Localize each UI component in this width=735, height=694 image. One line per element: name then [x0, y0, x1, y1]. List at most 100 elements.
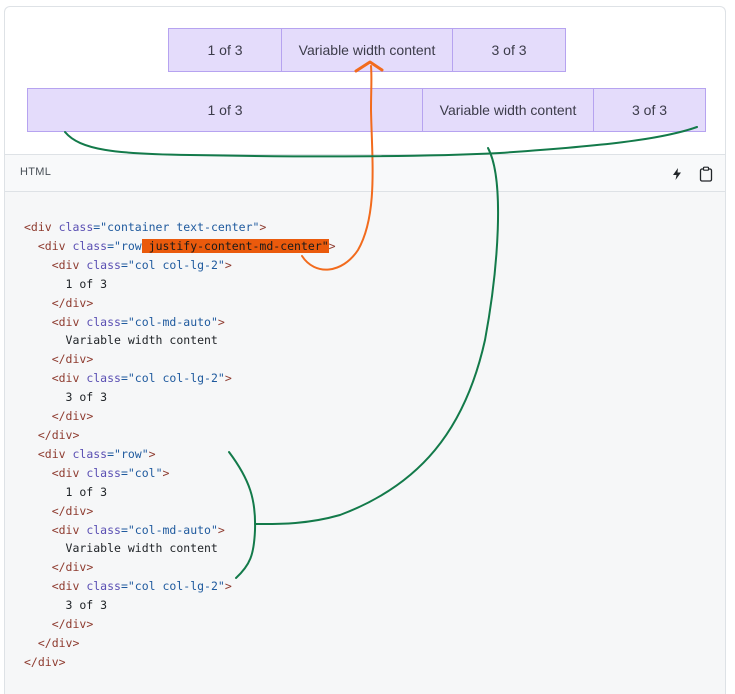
- code-token: <div: [51, 314, 87, 329]
- code-token: <div: [51, 465, 87, 480]
- code-token: >: [259, 220, 267, 234]
- code-token: </div>: [51, 409, 94, 424]
- code-token: </div>: [51, 503, 94, 518]
- code-token: class: [86, 314, 121, 329]
- code-token: <div: [51, 371, 87, 386]
- grid-row-centered: 1 of 3 Variable width content 3 of 3: [168, 28, 566, 72]
- code-token: <div: [24, 220, 59, 234]
- code-line: <div class="container text-center">: [24, 220, 266, 234]
- code-token: 1 of 3: [24, 484, 108, 499]
- code-token: Variable width content: [24, 333, 218, 348]
- code-line: </div>: [24, 352, 94, 366]
- code-token: >: [217, 522, 225, 537]
- code-token: 3 of 3: [24, 390, 108, 405]
- code-token: class: [72, 446, 108, 461]
- code-line: </div>: [24, 503, 94, 518]
- code-line: <div class="row">: [24, 447, 156, 461]
- code-line: <div class="col col-lg-2">: [24, 579, 232, 593]
- code-token: >: [224, 579, 232, 594]
- code-line: </div>: [24, 635, 80, 650]
- code-line: 3 of 3: [24, 598, 108, 613]
- grid-cell-3: 3 of 3: [452, 28, 566, 72]
- code-token: </div>: [51, 295, 94, 310]
- code-token: >: [328, 238, 336, 253]
- code-token: 3 of 3: [24, 598, 108, 613]
- code-token: <div: [37, 238, 73, 253]
- code-token: class: [86, 257, 121, 272]
- code-token: <div: [51, 579, 87, 594]
- code-line: 1 of 3: [24, 276, 108, 291]
- code-line: <div class="col col-lg-2">: [24, 371, 232, 385]
- code-token: ="col col-lg-2": [120, 371, 225, 386]
- code-line: <div class="row justify-content-md-cente…: [24, 238, 336, 253]
- code-line: 1 of 3: [24, 484, 108, 499]
- code-line: </div>: [24, 295, 94, 310]
- code-token: Variable width content: [24, 541, 218, 556]
- code-token: ="col col-lg-2": [120, 257, 225, 272]
- code-line: <div class="col col-lg-2">: [24, 258, 232, 272]
- code-token: ="col col-lg-2": [120, 579, 225, 594]
- code-token: ="row: [107, 238, 142, 253]
- lightning-icon[interactable]: [667, 164, 687, 184]
- code-line: Variable width content: [24, 333, 218, 347]
- highlighted-code-token: justify-content-md-center": [141, 238, 329, 253]
- code-token: >: [217, 314, 225, 329]
- code-token: ="row": [107, 446, 149, 461]
- code-line: Variable width content: [24, 541, 218, 555]
- code-token: >: [224, 371, 232, 386]
- code-token: >: [162, 465, 170, 480]
- code-block[interactable]: <div class="container text-center"> <div…: [4, 192, 726, 694]
- code-line: </div>: [24, 655, 66, 669]
- code-token: class: [86, 371, 121, 386]
- code-line: <div class="col-md-auto">: [24, 523, 225, 537]
- code-token: class: [58, 220, 94, 234]
- code-line: <div class="col-md-auto">: [24, 315, 225, 329]
- code-header: HTML: [4, 154, 726, 192]
- code-token: >: [224, 257, 232, 272]
- grid-row-full: 1 of 3 Variable width content 3 of 3: [27, 88, 706, 132]
- grid-cell-1: 1 of 3: [27, 88, 423, 132]
- code-token: ="col": [120, 465, 163, 480]
- code-token: >: [148, 446, 156, 461]
- code-token: 1 of 3: [24, 276, 108, 291]
- code-line: </div>: [24, 617, 94, 632]
- code-token: <div: [37, 446, 73, 461]
- grid-cell-3: 3 of 3: [593, 88, 706, 132]
- code-token: ="col-md-auto": [120, 522, 218, 537]
- code-token: class: [86, 522, 121, 537]
- code-token: </div>: [37, 427, 80, 442]
- clipboard-icon[interactable]: [696, 164, 716, 184]
- code-token: </div>: [51, 560, 94, 575]
- code-token: <div: [51, 257, 87, 272]
- code-token: </div>: [37, 635, 80, 650]
- code-token: <div: [51, 522, 87, 537]
- language-label: HTML: [20, 166, 52, 178]
- code-token: class: [86, 579, 121, 594]
- code-token: </div>: [51, 617, 94, 632]
- code-token: class: [72, 238, 108, 253]
- code-token: </div>: [24, 654, 66, 669]
- code-token: ="container text-center": [93, 220, 260, 234]
- grid-cell-1: 1 of 3: [168, 28, 282, 72]
- code-line: <div class="col">: [24, 465, 170, 480]
- grid-cell-variable: Variable width content: [281, 28, 453, 72]
- code-token: class: [86, 465, 121, 480]
- code-line: 3 of 3: [24, 390, 108, 405]
- grid-cell-variable: Variable width content: [422, 88, 594, 132]
- code-line: </div>: [24, 427, 80, 442]
